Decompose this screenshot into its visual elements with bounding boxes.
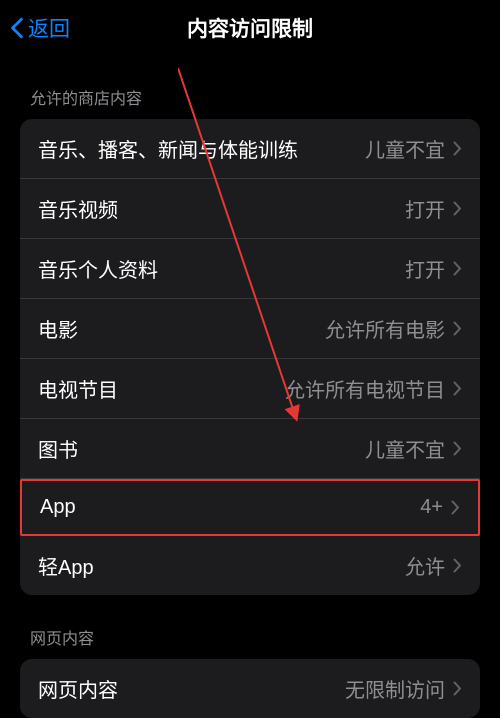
row-right: 无限制访问: [345, 674, 462, 703]
row-label: App: [40, 496, 76, 519]
chevron-left-icon: [10, 17, 24, 39]
chevron-right-icon: [453, 321, 462, 336]
chevron-right-icon: [453, 201, 462, 216]
row-label: 电影: [38, 314, 78, 343]
section-group-store: 音乐、播客、新闻与体能训练 儿童不宜 音乐视频 打开 音乐个人资料 打开 电影 …: [20, 119, 480, 595]
row-value: 儿童不宜: [365, 134, 445, 163]
row-right: 打开: [405, 194, 462, 223]
section-header-store: 允许的商店内容: [0, 55, 500, 119]
row-app-clips[interactable]: 轻App 允许: [20, 536, 480, 595]
row-movies[interactable]: 电影 允许所有电影: [20, 299, 480, 359]
chevron-right-icon: [453, 141, 462, 156]
back-label: 返回: [28, 13, 70, 43]
page-title: 内容访问限制: [187, 13, 313, 43]
row-right: 儿童不宜: [365, 434, 462, 463]
chevron-right-icon: [453, 381, 462, 396]
row-music-video[interactable]: 音乐视频 打开: [20, 179, 480, 239]
row-music-profile[interactable]: 音乐个人资料 打开: [20, 239, 480, 299]
chevron-right-icon: [453, 681, 462, 696]
row-right: 允许所有电影: [325, 314, 462, 343]
row-right: 儿童不宜: [365, 134, 462, 163]
row-music-podcasts[interactable]: 音乐、播客、新闻与体能训练 儿童不宜: [20, 119, 480, 179]
chevron-right-icon: [451, 500, 460, 515]
row-right: 4+: [420, 496, 460, 519]
row-label: 音乐视频: [38, 194, 118, 223]
row-app[interactable]: App 4+: [20, 479, 480, 536]
section-header-web: 网页内容: [0, 595, 500, 659]
row-value: 儿童不宜: [365, 434, 445, 463]
row-label: 图书: [38, 434, 78, 463]
row-value: 允许所有电视节目: [285, 374, 445, 403]
chevron-right-icon: [453, 261, 462, 276]
chevron-right-icon: [453, 558, 462, 573]
row-label: 音乐、播客、新闻与体能训练: [38, 134, 298, 163]
row-right: 允许所有电视节目: [285, 374, 462, 403]
row-value: 无限制访问: [345, 674, 445, 703]
row-right: 允许: [405, 551, 462, 580]
row-value: 4+: [420, 496, 443, 519]
row-label: 网页内容: [38, 674, 118, 703]
row-label: 音乐个人资料: [38, 254, 158, 283]
back-button[interactable]: 返回: [10, 13, 70, 43]
row-value: 打开: [405, 194, 445, 223]
content-area: 允许的商店内容 音乐、播客、新闻与体能训练 儿童不宜 音乐视频 打开 音乐个人资…: [0, 55, 500, 718]
chevron-right-icon: [453, 441, 462, 456]
row-books[interactable]: 图书 儿童不宜: [20, 419, 480, 479]
row-web-content[interactable]: 网页内容 无限制访问: [20, 659, 480, 718]
row-tv-shows[interactable]: 电视节目 允许所有电视节目: [20, 359, 480, 419]
row-value: 打开: [405, 254, 445, 283]
navigation-header: 返回 内容访问限制: [0, 0, 500, 55]
row-value: 允许所有电影: [325, 314, 445, 343]
section-group-web: 网页内容 无限制访问: [20, 659, 480, 718]
row-right: 打开: [405, 254, 462, 283]
row-label: 轻App: [38, 551, 94, 580]
row-value: 允许: [405, 551, 445, 580]
row-label: 电视节目: [38, 374, 118, 403]
